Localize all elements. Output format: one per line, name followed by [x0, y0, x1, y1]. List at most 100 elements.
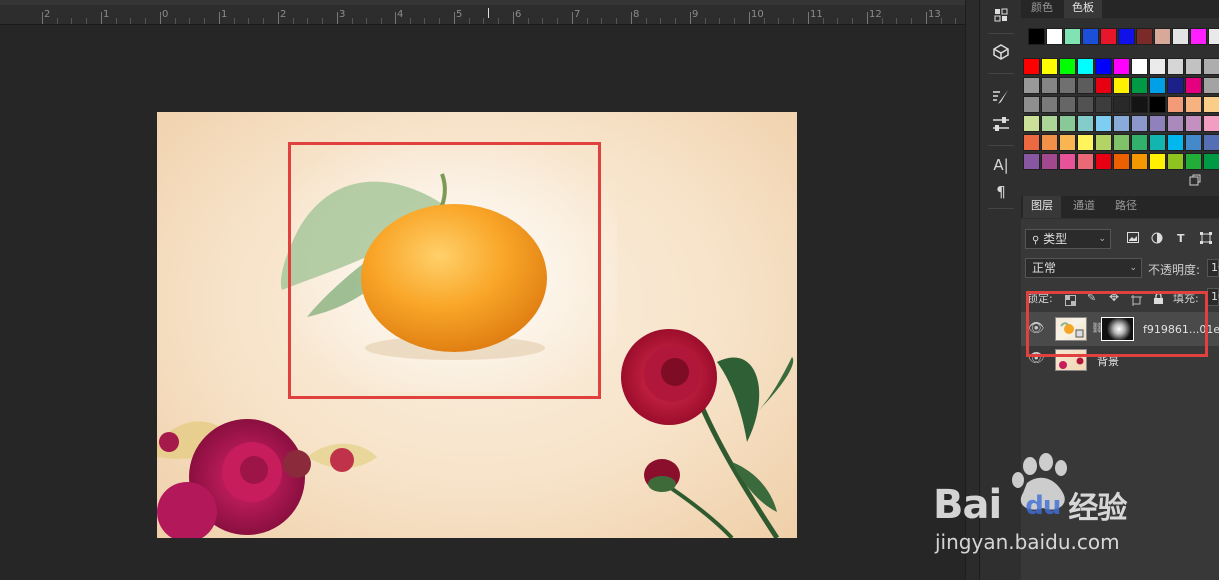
swatch[interactable]	[1185, 115, 1202, 132]
swatch[interactable]	[1185, 77, 1202, 94]
adjustment-filter-icon[interactable]	[1151, 232, 1163, 247]
swatch[interactable]	[1149, 58, 1166, 75]
swatch[interactable]	[1167, 153, 1184, 170]
swatch[interactable]	[1059, 58, 1076, 75]
swatch[interactable]	[1023, 96, 1040, 113]
swatch[interactable]	[1023, 58, 1040, 75]
swatch[interactable]	[1113, 115, 1130, 132]
swatch[interactable]	[1113, 134, 1130, 151]
swatch[interactable]	[1131, 77, 1148, 94]
tab-layers[interactable]: 图层	[1023, 196, 1061, 218]
swatch[interactable]	[1167, 77, 1184, 94]
tab-paths[interactable]: 路径	[1107, 196, 1145, 218]
swatch[interactable]	[1149, 115, 1166, 132]
swatch[interactable]	[1113, 58, 1130, 75]
swatch[interactable]	[1131, 58, 1148, 75]
swatch[interactable]	[1131, 96, 1148, 113]
tab-color[interactable]: 颜色	[1023, 0, 1061, 18]
swatch[interactable]	[1077, 96, 1094, 113]
fill-field[interactable]: 10	[1207, 288, 1219, 306]
swatch[interactable]	[1041, 58, 1058, 75]
swatch[interactable]	[1041, 153, 1058, 170]
paragraph-icon[interactable]: ¶	[980, 180, 1022, 204]
swatch[interactable]	[1131, 134, 1148, 151]
swatch[interactable]	[1149, 134, 1166, 151]
adjust-sliders-icon[interactable]	[980, 112, 1022, 136]
swatch[interactable]	[1095, 77, 1112, 94]
swatch[interactable]	[1041, 96, 1058, 113]
layer-filter-dropdown[interactable]: ⚲ 类型 ⌄	[1025, 229, 1111, 249]
swatch[interactable]	[1095, 134, 1112, 151]
swatch[interactable]	[1154, 28, 1171, 45]
swatch[interactable]	[1203, 115, 1219, 132]
swatch[interactable]	[1113, 153, 1130, 170]
swatch[interactable]	[1185, 153, 1202, 170]
character-icon[interactable]: A|	[980, 153, 1022, 177]
swatch[interactable]	[1208, 28, 1219, 45]
swatch[interactable]	[1100, 28, 1117, 45]
type-filter-icon[interactable]: T	[1177, 232, 1185, 245]
swatch[interactable]	[1041, 115, 1058, 132]
brush-settings-icon[interactable]	[980, 85, 1022, 109]
new-swatch-icon[interactable]	[1189, 171, 1201, 186]
swatch[interactable]	[1131, 115, 1148, 132]
swatch[interactable]	[1023, 77, 1040, 94]
swatch[interactable]	[1023, 153, 1040, 170]
swatch[interactable]	[1136, 28, 1153, 45]
swatch[interactable]	[1059, 134, 1076, 151]
swatch[interactable]	[1077, 134, 1094, 151]
swatch[interactable]	[1064, 28, 1081, 45]
swatch[interactable]	[1113, 96, 1130, 113]
blend-mode-dropdown[interactable]: 正常 ⌄	[1025, 258, 1142, 278]
history-icon[interactable]	[980, 3, 1022, 27]
swatch[interactable]	[1041, 134, 1058, 151]
swatch[interactable]	[1059, 96, 1076, 113]
swatch[interactable]	[1082, 28, 1099, 45]
swatch[interactable]	[1167, 58, 1184, 75]
swatch[interactable]	[1203, 96, 1219, 113]
image-filter-icon[interactable]	[1127, 232, 1139, 246]
swatch[interactable]	[1203, 153, 1219, 170]
swatch[interactable]	[1077, 58, 1094, 75]
swatch[interactable]	[1095, 153, 1112, 170]
swatch[interactable]	[1185, 96, 1202, 113]
swatch[interactable]	[1185, 134, 1202, 151]
swatch[interactable]	[1167, 115, 1184, 132]
3d-icon[interactable]	[980, 40, 1022, 64]
swatch[interactable]	[1118, 28, 1135, 45]
swatch[interactable]	[1167, 96, 1184, 113]
swatch[interactable]	[1167, 134, 1184, 151]
swatch[interactable]	[1113, 77, 1130, 94]
swatch[interactable]	[1185, 58, 1202, 75]
tab-swatches[interactable]: 色板	[1064, 0, 1102, 18]
swatch[interactable]	[1077, 153, 1094, 170]
swatch[interactable]	[1059, 115, 1076, 132]
swatch[interactable]	[1059, 153, 1076, 170]
swatch[interactable]	[1203, 77, 1219, 94]
tab-channels[interactable]: 通道	[1065, 196, 1103, 218]
swatch[interactable]	[1095, 58, 1112, 75]
swatch[interactable]	[1149, 153, 1166, 170]
swatch[interactable]	[1046, 28, 1063, 45]
swatch[interactable]	[1131, 153, 1148, 170]
swatch[interactable]	[1077, 77, 1094, 94]
swatch[interactable]	[1077, 115, 1094, 132]
swatch[interactable]	[1059, 77, 1076, 94]
swatch[interactable]	[1095, 115, 1112, 132]
swatch[interactable]	[1149, 96, 1166, 113]
swatch[interactable]	[1095, 96, 1112, 113]
swatch[interactable]	[1028, 28, 1045, 45]
swatch[interactable]	[1041, 77, 1058, 94]
blend-mode-value: 正常	[1032, 261, 1057, 275]
swatch[interactable]	[1023, 134, 1040, 151]
swatch[interactable]	[1203, 58, 1219, 75]
swatch[interactable]	[1203, 134, 1219, 151]
swatch[interactable]	[1172, 28, 1189, 45]
horizontal-ruler[interactable]: 2 1 0 1 2 3 4 5 6 7 8 9 10 11 12 13	[0, 0, 978, 25]
swatch[interactable]	[1149, 77, 1166, 94]
shape-filter-icon[interactable]	[1200, 232, 1212, 247]
ruler-minor-tick	[469, 18, 470, 24]
swatch[interactable]	[1190, 28, 1207, 45]
swatch[interactable]	[1023, 115, 1040, 132]
opacity-field[interactable]: 10	[1207, 259, 1219, 277]
